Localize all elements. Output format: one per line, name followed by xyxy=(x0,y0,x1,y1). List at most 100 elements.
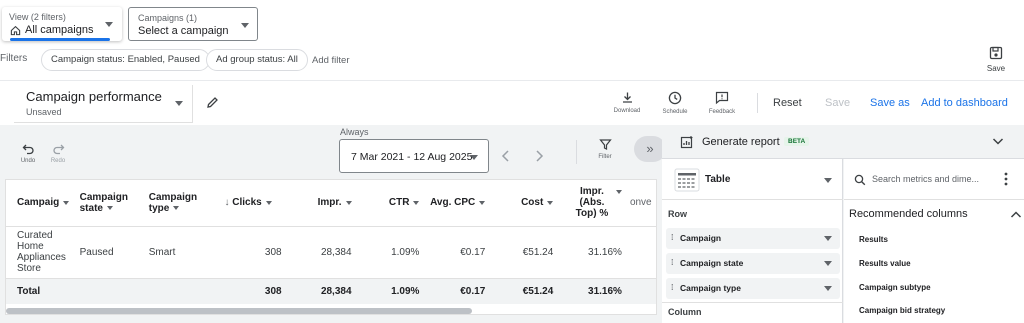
download-button[interactable]: Download xyxy=(610,91,644,114)
chevron-down-icon xyxy=(241,23,249,28)
edit-pencil-icon[interactable] xyxy=(206,96,219,109)
cell-impr: 28,384 xyxy=(320,246,352,258)
column-header[interactable]: Campaign type xyxy=(144,180,221,227)
redo-button[interactable]: Redo xyxy=(48,143,68,164)
feedback-label: Feedback xyxy=(708,109,736,115)
chevron-down-icon xyxy=(824,261,832,266)
search-placeholder: Search metrics and dime... xyxy=(872,174,980,184)
row-item-campaign-state[interactable]: ⁞⁞ Campaign state xyxy=(666,253,840,274)
chevron-up-icon[interactable] xyxy=(1010,210,1022,219)
search-icon xyxy=(854,174,866,186)
report-header: Campaign performance Unsaved Download Sc… xyxy=(0,80,1024,125)
column-header[interactable]: Cost xyxy=(489,180,558,227)
date-range-selector[interactable]: 7 Mar 2021 - 12 Aug 2025 xyxy=(339,139,489,173)
column-header-label: Column xyxy=(668,307,702,317)
cell-cost: €51.24 xyxy=(522,246,554,258)
row-column-config: Table Row ⁞⁞ Campaign ⁞⁞ Campaign state … xyxy=(662,159,843,323)
column-header[interactable]: Impr. (Abs. Top) % xyxy=(557,180,626,227)
total-cell xyxy=(144,277,221,304)
save-top-button[interactable]: Save xyxy=(985,46,1007,73)
report-title-box[interactable]: Campaign performance Unsaved xyxy=(14,85,193,123)
sort-arrow-icon xyxy=(173,206,180,211)
campaign-selector[interactable]: Campaigns (1) Select a campaign xyxy=(128,7,258,41)
sort-arrow-icon xyxy=(265,200,272,205)
download-label: Download xyxy=(613,108,641,114)
save-as-button[interactable]: Save as xyxy=(870,97,910,109)
column-header[interactable]: Campaign state xyxy=(75,180,145,227)
total-label: Total xyxy=(6,277,76,304)
add-filter-button[interactable]: Add filter xyxy=(312,55,350,66)
redo-label: Redo xyxy=(50,158,66,164)
row-header: Row xyxy=(668,209,687,219)
schedule-label: Schedule xyxy=(662,109,688,115)
undo-button[interactable]: Undo xyxy=(18,143,38,164)
add-to-dashboard-button[interactable]: Add to dashboard xyxy=(921,97,1008,109)
total-avg-cpc: €0.17 xyxy=(423,277,490,304)
sort-arrow-icon xyxy=(547,200,554,205)
total-cell xyxy=(75,277,145,304)
column-header[interactable]: onve xyxy=(625,180,656,227)
view-selector[interactable]: View (2 filters) All campaigns xyxy=(2,7,122,41)
row-item-label: Campaign state xyxy=(680,258,744,268)
column-header[interactable]: Avg. CPC xyxy=(423,180,490,227)
insights-chart-icon xyxy=(680,136,693,149)
recommended-item[interactable]: Results value xyxy=(859,259,911,268)
redo-icon xyxy=(52,144,64,155)
generate-report-title: Generate report xyxy=(702,136,780,148)
chevron-down-icon xyxy=(175,101,183,106)
horizontal-scrollbar[interactable] xyxy=(6,308,472,314)
feedback-button[interactable]: Feedback xyxy=(705,91,739,115)
prev-period-icon[interactable] xyxy=(500,149,512,163)
undo-icon xyxy=(22,144,34,155)
search-input[interactable]: Search metrics and dime... xyxy=(852,170,1020,190)
report-table: Campaig Campaign state Campaign type ↓ C… xyxy=(5,179,657,315)
sort-arrow-icon xyxy=(63,200,70,205)
recommended-item[interactable]: Results xyxy=(859,235,888,244)
sort-arrow-icon xyxy=(106,206,113,211)
date-range-label: Always xyxy=(340,127,369,137)
divider xyxy=(662,199,843,200)
sort-arrow-icon xyxy=(615,190,622,195)
save-button[interactable]: Save xyxy=(825,97,850,109)
table-total-row: Total 308 28,384 1.09% €0.17 €51.24 31.1… xyxy=(6,277,656,304)
divider xyxy=(844,199,1024,200)
sort-arrow-icon xyxy=(413,200,420,205)
chart-type-selector[interactable]: Table xyxy=(674,167,838,193)
column-header[interactable]: Campaig xyxy=(6,180,76,227)
cell-ctr: 1.09% xyxy=(391,246,420,258)
cell-conversions xyxy=(626,226,656,278)
table-row[interactable]: Curated Home Appliances Store Paused Sma… xyxy=(6,226,656,278)
chevron-down-icon xyxy=(105,22,113,27)
filter-chip-campaign-status[interactable]: Campaign status: Enabled, Paused xyxy=(41,49,210,71)
cell-impr-abs-top: 31.16% xyxy=(588,246,622,258)
save-top-label: Save xyxy=(986,64,1006,73)
feedback-icon xyxy=(715,91,729,105)
chevron-down-icon[interactable] xyxy=(992,137,1004,146)
recommended-item[interactable]: Campaign bid strategy xyxy=(859,306,945,315)
date-range-value: 7 Mar 2021 - 12 Aug 2025 xyxy=(351,151,473,163)
table-header-row: Campaig Campaign state Campaign type ↓ C… xyxy=(6,180,656,227)
next-period-icon[interactable] xyxy=(533,149,545,163)
filter-button[interactable]: Filter xyxy=(593,138,617,160)
more-vert-icon[interactable] xyxy=(1004,172,1008,186)
row-item-campaign[interactable]: ⁞⁞ Campaign xyxy=(666,228,840,249)
recommended-item[interactable]: Campaign subtype xyxy=(859,283,931,292)
total-cell xyxy=(625,277,656,304)
generate-report-header[interactable]: Generate report BETA xyxy=(662,125,1024,159)
chart-type-value: Table xyxy=(705,174,731,185)
row-item-label: Campaign type xyxy=(680,283,741,293)
schedule-button[interactable]: Schedule xyxy=(658,91,692,115)
cell-campaign[interactable]: Curated Home Appliances Store xyxy=(6,226,76,278)
row-item-campaign-type[interactable]: ⁞⁞ Campaign type xyxy=(666,278,840,299)
campaign-selector-value: Select a campaign xyxy=(138,25,229,37)
view-selector-label: View (2 filters) xyxy=(9,12,66,22)
clock-icon xyxy=(668,91,682,105)
filter-chip-ad-group-status[interactable]: Ad group status: All xyxy=(206,49,308,71)
campaign-selector-label: Campaigns (1) xyxy=(138,13,198,23)
reset-button[interactable]: Reset xyxy=(773,97,802,109)
sort-arrow-icon xyxy=(479,200,486,205)
column-header[interactable]: ↓ Clicks xyxy=(220,180,286,227)
column-header[interactable]: Impr. xyxy=(285,180,356,227)
double-chevron-right-icon: » xyxy=(646,141,654,156)
column-header[interactable]: CTR xyxy=(355,180,424,227)
